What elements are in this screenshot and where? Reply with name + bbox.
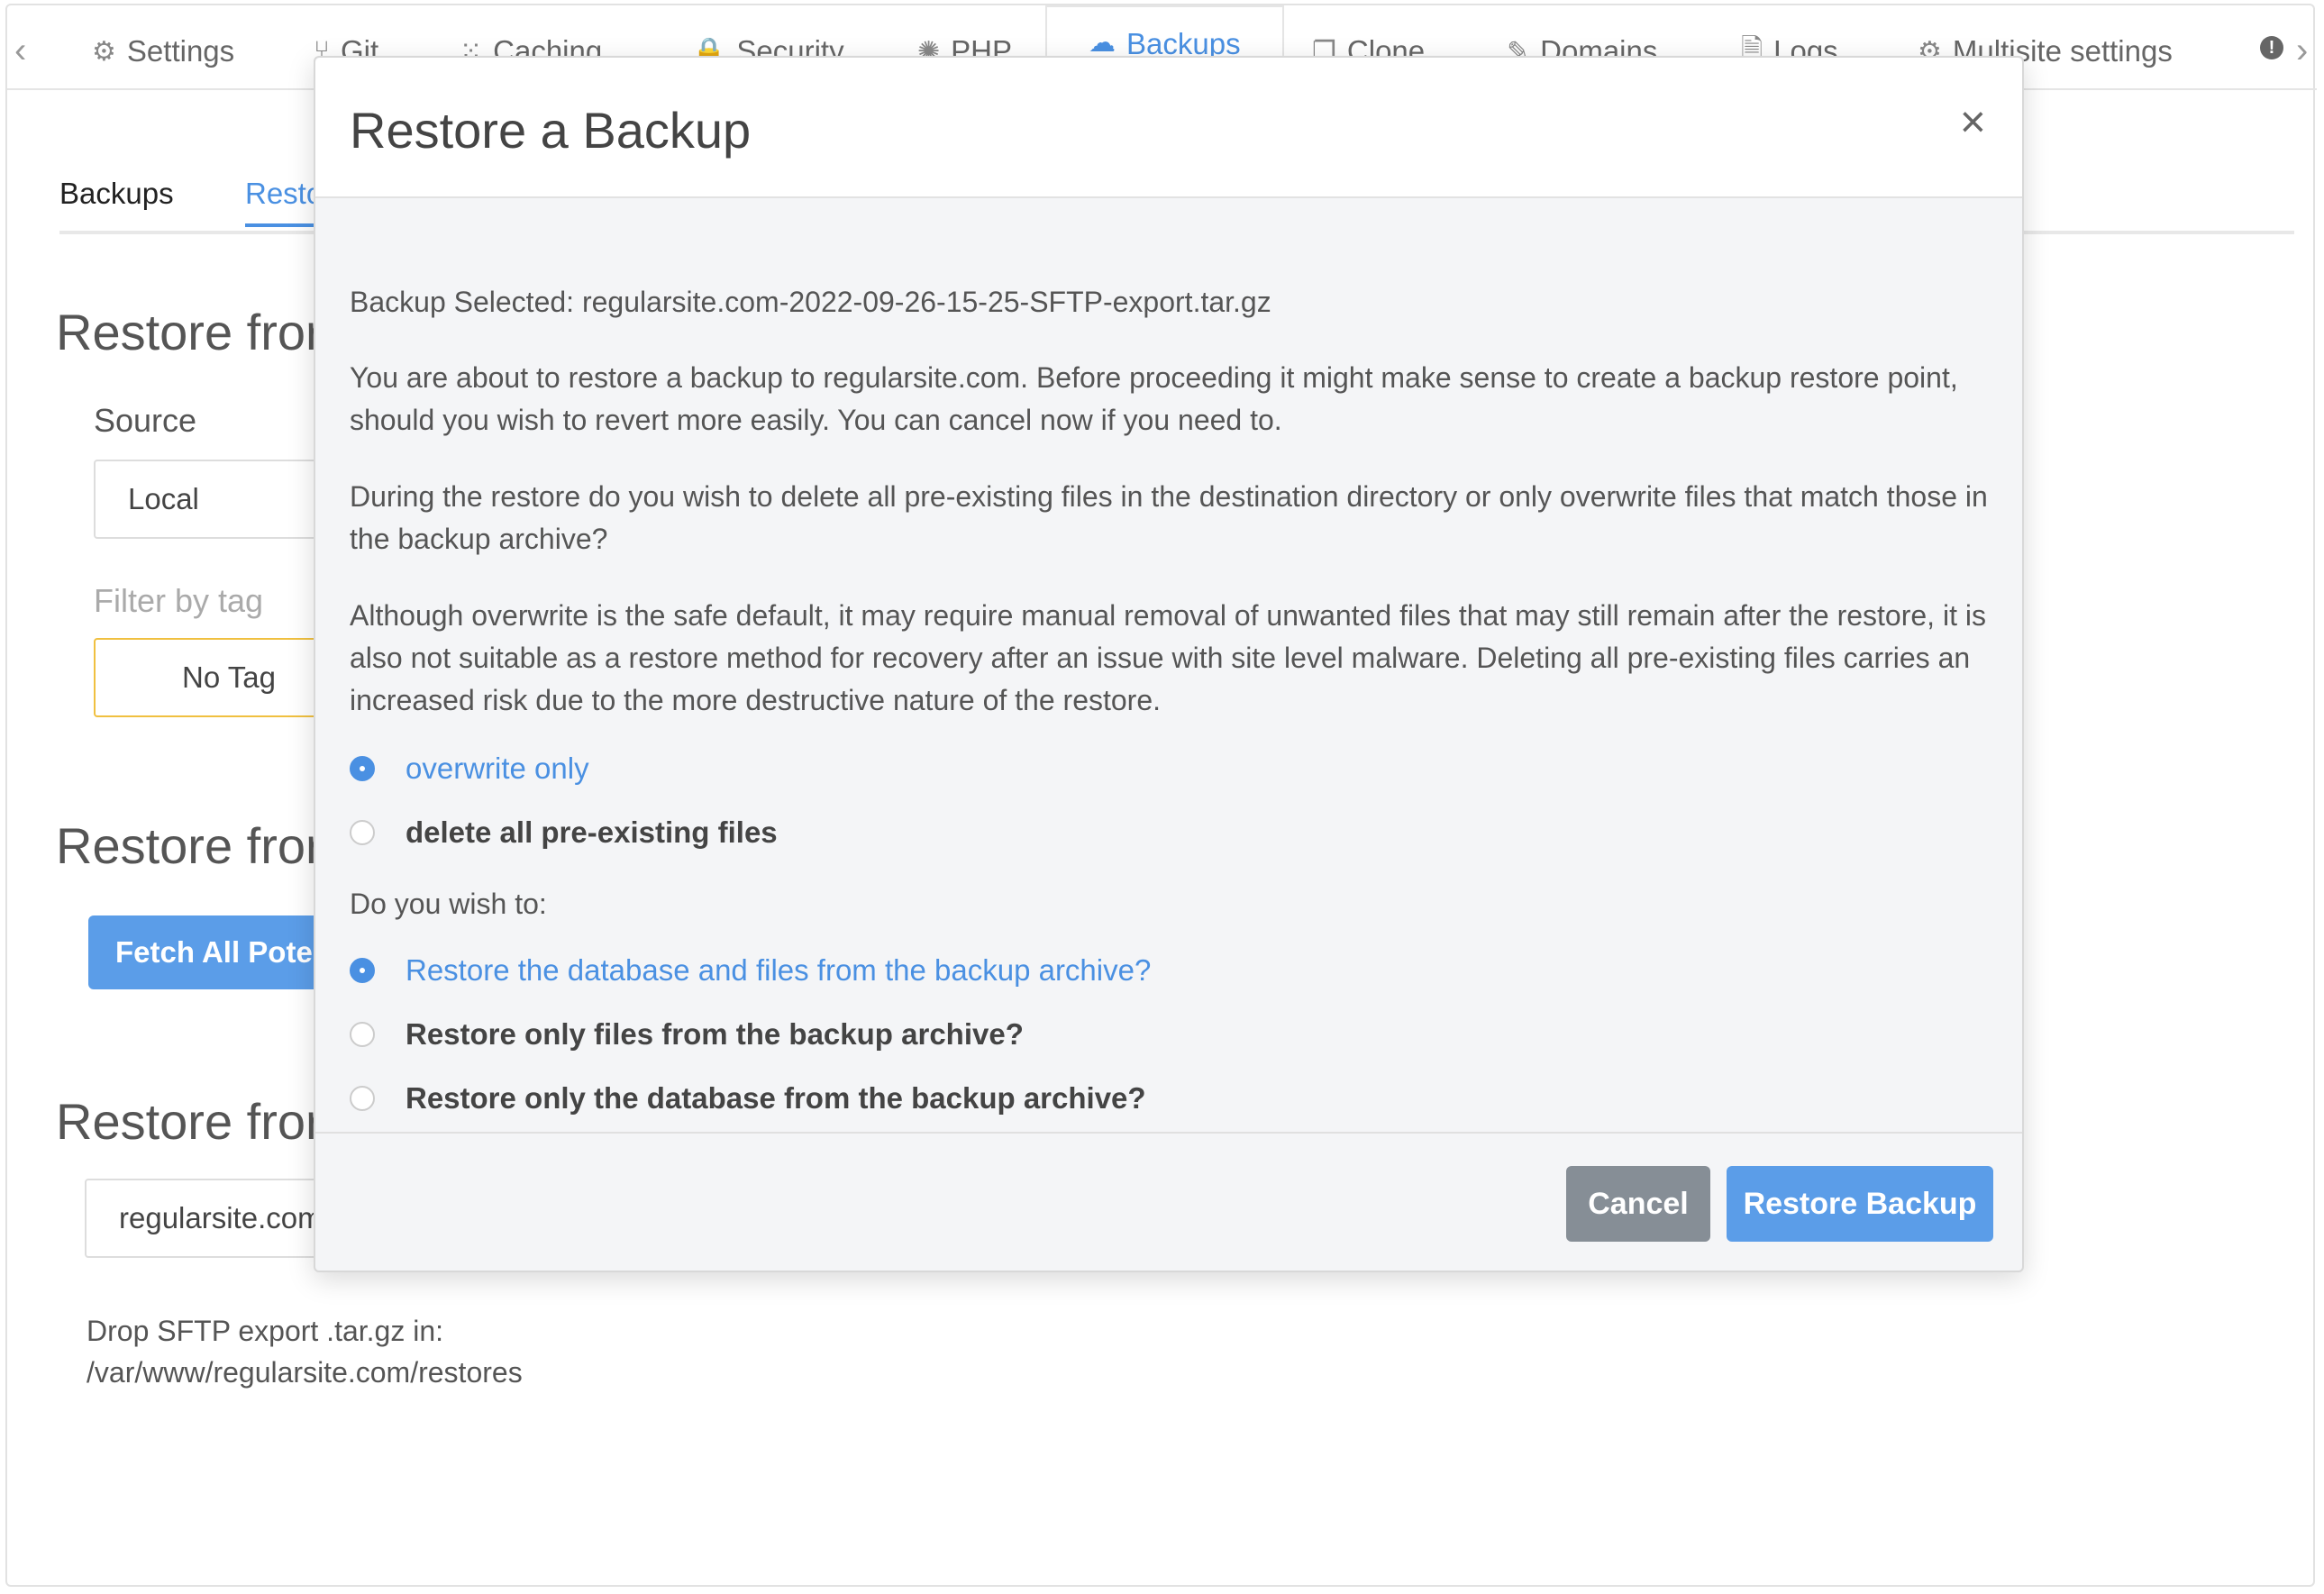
- chevron-right-icon[interactable]: ›: [2296, 31, 2308, 71]
- radio-restore-db-only[interactable]: Restore only the database from the backu…: [350, 1081, 1146, 1116]
- radio-restore-db-and-files[interactable]: Restore the database and files from the …: [350, 953, 1151, 988]
- section-heading: Restore fror: [56, 304, 323, 360]
- alert-icon[interactable]: !: [2260, 36, 2283, 59]
- radio-checked-icon: [350, 958, 375, 983]
- radio-label: overwrite only: [406, 751, 589, 785]
- subtab-backups[interactable]: Backups: [59, 177, 174, 211]
- warning-paragraph: You are about to restore a backup to reg…: [350, 361, 1958, 436]
- radio-checked-icon: [350, 756, 375, 781]
- question-paragraph: During the restore do you wish to delete…: [350, 480, 1988, 555]
- radio-label: Restore the database and files from the …: [406, 953, 1152, 987]
- radio-unchecked-icon: [350, 1086, 375, 1111]
- radio-label: Restore only files from the backup archi…: [406, 1017, 1024, 1051]
- source-label: Source: [94, 402, 197, 439]
- modal-title: Restore a Backup: [350, 102, 752, 159]
- cancel-button[interactable]: Cancel: [1566, 1166, 1710, 1242]
- tab-settings[interactable]: ⚙ Settings: [92, 25, 234, 77]
- drop-note-line: Drop SFTP export .tar.gz in:: [87, 1315, 444, 1347]
- scope-question: Do you wish to:: [350, 888, 547, 920]
- radio-delete-all[interactable]: delete all pre-existing files: [350, 815, 778, 850]
- chevron-left-icon[interactable]: ‹: [14, 31, 26, 71]
- info-paragraph: Although overwrite is the safe default, …: [350, 599, 1986, 716]
- drop-note-path: /var/www/regularsite.com/restores: [87, 1356, 523, 1389]
- subtab-restore[interactable]: Resto: [245, 177, 324, 227]
- gear-icon: ⚙: [92, 36, 116, 67]
- drop-note: Drop SFTP export .tar.gz in: /var/www/re…: [87, 1310, 523, 1393]
- section-heading: Restore fror: [56, 817, 323, 874]
- modal-header: Restore a Backup ×: [315, 58, 2022, 198]
- radio-label: delete all pre-existing files: [406, 815, 778, 849]
- close-icon[interactable]: ×: [1960, 96, 1986, 148]
- filter-label: Filter by tag: [94, 582, 264, 619]
- app-frame: ‹ ⚙ Settings ⑂ Git ⁙ Caching 🔒 Security …: [5, 4, 2317, 1587]
- radio-overwrite-only[interactable]: overwrite only: [350, 751, 589, 786]
- restore-backup-button[interactable]: Restore Backup: [1727, 1166, 1993, 1242]
- radio-unchecked-icon: [350, 820, 375, 845]
- radio-restore-files-only[interactable]: Restore only files from the backup archi…: [350, 1017, 1024, 1052]
- backup-selected-text: Backup Selected: regularsite.com-2022-09…: [350, 286, 1271, 318]
- section-heading: Restore fror: [56, 1093, 323, 1150]
- cloud-upload-icon: ☁: [1089, 28, 1116, 58]
- restore-backup-modal: Restore a Backup × Backup Selected: regu…: [314, 56, 2024, 1272]
- tab-label: Settings: [126, 34, 235, 68]
- modal-footer: Cancel Restore Backup: [315, 1132, 2022, 1274]
- radio-label: Restore only the database from the backu…: [406, 1081, 1146, 1115]
- radio-unchecked-icon: [350, 1022, 375, 1047]
